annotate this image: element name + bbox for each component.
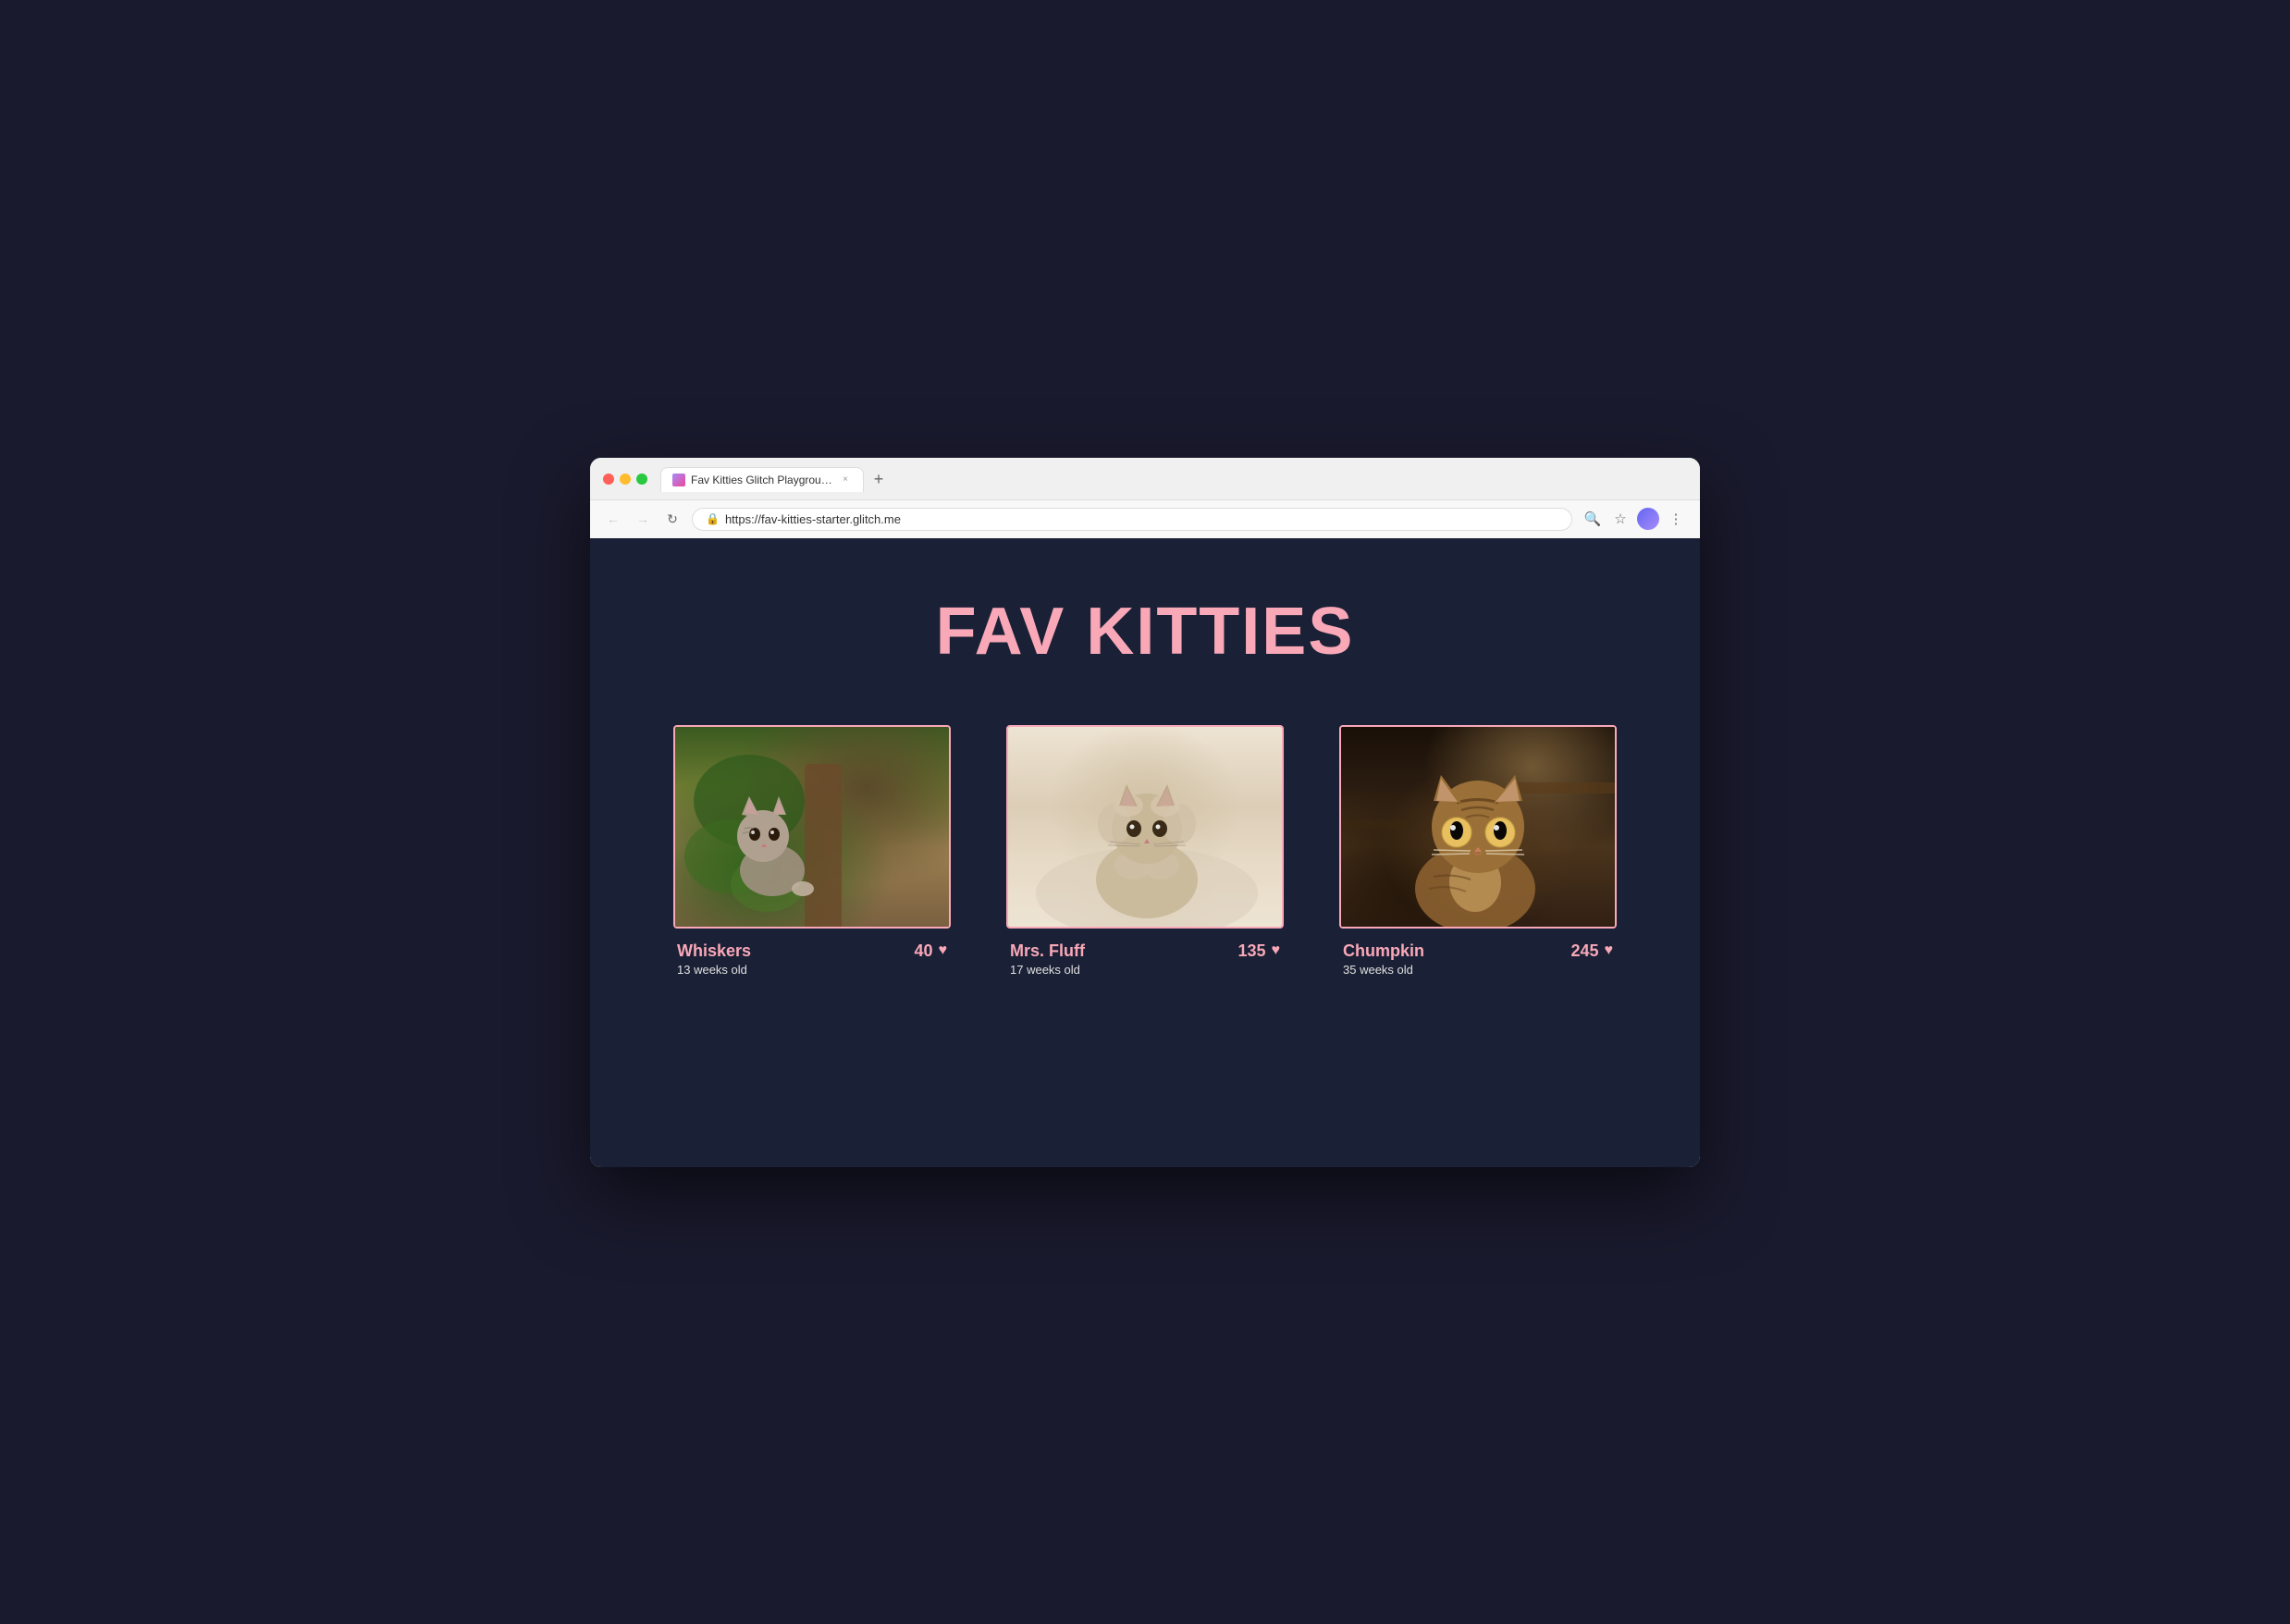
search-button[interactable]: 🔍 bbox=[1582, 508, 1604, 530]
cat-votes-whiskers[interactable]: 40 ♥ bbox=[914, 941, 947, 961]
cat-image-whiskers[interactable] bbox=[673, 725, 951, 929]
mrsfluff-vote-count: 135 bbox=[1237, 941, 1265, 961]
title-bar: Fav Kitties Glitch Playground × + bbox=[590, 458, 1700, 499]
cat-name-whiskers: Whiskers bbox=[677, 941, 751, 961]
cat-card-mrsfluff: Mrs. Fluff 17 weeks old 135 ♥ bbox=[1006, 725, 1284, 977]
cat-image-chumpkin[interactable] bbox=[1339, 725, 1617, 929]
heart-icon-whiskers: ♥ bbox=[939, 942, 948, 959]
cat-votes-chumpkin[interactable]: 245 ♥ bbox=[1570, 941, 1613, 961]
tab-close-button[interactable]: × bbox=[839, 474, 852, 486]
heart-icon-mrsfluff: ♥ bbox=[1272, 942, 1281, 959]
mrsfluff-svg bbox=[1008, 727, 1282, 927]
back-button[interactable]: ← bbox=[603, 509, 623, 529]
browser-window: Fav Kitties Glitch Playground × + ← → ↻ … bbox=[590, 458, 1700, 1167]
page-title: FAV KITTIES bbox=[664, 594, 1626, 670]
whiskers-svg bbox=[675, 727, 949, 927]
cat-details-chumpkin: Chumpkin 35 weeks old bbox=[1343, 941, 1424, 977]
cats-grid: Whiskers 13 weeks old 40 ♥ bbox=[664, 725, 1626, 977]
active-tab[interactable]: Fav Kitties Glitch Playground × bbox=[660, 467, 864, 492]
lock-icon: 🔒 bbox=[706, 512, 720, 525]
forward-button[interactable]: → bbox=[633, 509, 653, 529]
chumpkin-art bbox=[1341, 727, 1615, 927]
cat-name-chumpkin: Chumpkin bbox=[1343, 941, 1424, 961]
mrsfluff-art bbox=[1008, 727, 1282, 927]
page-content: FAV KITTIES bbox=[590, 538, 1700, 1167]
cat-age-mrsfluff: 17 weeks old bbox=[1010, 963, 1085, 977]
chumpkin-svg bbox=[1341, 727, 1615, 927]
cat-votes-mrsfluff[interactable]: 135 ♥ bbox=[1237, 941, 1280, 961]
tab-strip: Fav Kitties Glitch Playground × + bbox=[660, 467, 1687, 492]
cat-info-whiskers: Whiskers 13 weeks old 40 ♥ bbox=[673, 941, 951, 977]
maximize-button[interactable] bbox=[636, 474, 647, 485]
minimize-button[interactable] bbox=[620, 474, 631, 485]
cat-details-mrsfluff: Mrs. Fluff 17 weeks old bbox=[1010, 941, 1085, 977]
heart-icon-chumpkin: ♥ bbox=[1605, 942, 1614, 959]
cat-info-mrsfluff: Mrs. Fluff 17 weeks old 135 ♥ bbox=[1006, 941, 1284, 977]
address-bar: ← → ↻ 🔒 https://fav-kitties-starter.glit… bbox=[590, 499, 1700, 538]
close-button[interactable] bbox=[603, 474, 614, 485]
menu-button[interactable]: ⋮ bbox=[1665, 508, 1687, 530]
new-tab-button[interactable]: + bbox=[868, 468, 890, 490]
cat-age-chumpkin: 35 weeks old bbox=[1343, 963, 1424, 977]
cat-card-whiskers: Whiskers 13 weeks old 40 ♥ bbox=[673, 725, 951, 977]
address-input[interactable]: 🔒 https://fav-kitties-starter.glitch.me bbox=[692, 508, 1572, 531]
reload-button[interactable]: ↻ bbox=[662, 509, 683, 529]
cat-image-mrsfluff[interactable] bbox=[1006, 725, 1284, 929]
cat-card-chumpkin: Chumpkin 35 weeks old 245 ♥ bbox=[1339, 725, 1617, 977]
chumpkin-vote-count: 245 bbox=[1570, 941, 1598, 961]
cat-info-chumpkin: Chumpkin 35 weeks old 245 ♥ bbox=[1339, 941, 1617, 977]
toolbar-right: 🔍 ☆ ⋮ bbox=[1582, 508, 1687, 530]
traffic-lights bbox=[603, 474, 647, 485]
url-display: https://fav-kitties-starter.glitch.me bbox=[725, 512, 901, 526]
cat-name-mrsfluff: Mrs. Fluff bbox=[1010, 941, 1085, 961]
whiskers-art bbox=[675, 727, 949, 927]
cat-details-whiskers: Whiskers 13 weeks old bbox=[677, 941, 751, 977]
cat-age-whiskers: 13 weeks old bbox=[677, 963, 751, 977]
bookmark-button[interactable]: ☆ bbox=[1609, 508, 1631, 530]
profile-avatar[interactable] bbox=[1637, 508, 1659, 530]
tab-label: Fav Kitties Glitch Playground bbox=[691, 474, 833, 486]
whiskers-vote-count: 40 bbox=[914, 941, 932, 961]
tab-favicon-icon bbox=[672, 474, 685, 486]
